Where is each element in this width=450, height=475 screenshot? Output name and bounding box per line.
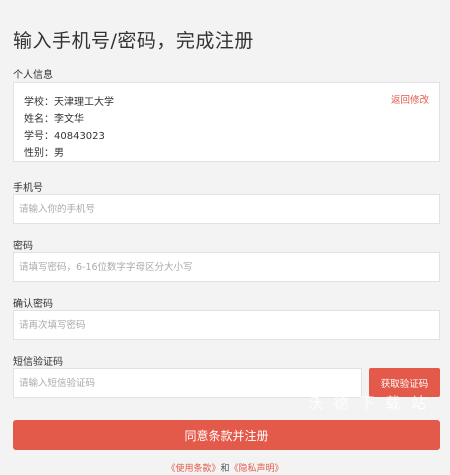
phone-input[interactable] — [14, 195, 439, 223]
password-label: 密码 — [13, 241, 33, 252]
watermark-text: 沃 德 下 载 站 — [308, 394, 430, 412]
phone-label: 手机号 — [13, 183, 43, 194]
page-title: 输入手机号/密码，完成注册 — [13, 30, 254, 52]
terms-and-text: 和 — [220, 464, 230, 474]
info-name: 姓名：李文华 — [24, 114, 84, 125]
info-gender: 性别：男 — [24, 148, 64, 159]
terms-of-use-link[interactable]: 《使用条款》 — [166, 464, 220, 474]
personal-info-box: 学校：天津理工大学 姓名：李文华 学号：40843023 性别：男 返回修改 — [13, 82, 440, 162]
password-field-wrapper — [13, 252, 440, 282]
confirm-password-label: 确认密码 — [13, 299, 53, 310]
privacy-policy-link[interactable]: 《隐私声明》 — [230, 464, 284, 474]
phone-field-wrapper — [13, 194, 440, 224]
terms-line: 《使用条款》和《隐私声明》 — [0, 461, 450, 474]
password-input[interactable] — [14, 253, 439, 281]
sms-code-label: 短信验证码 — [13, 357, 63, 368]
confirm-password-field-wrapper — [13, 310, 440, 340]
info-school: 学校：天津理工大学 — [24, 97, 114, 108]
personal-info-label: 个人信息 — [13, 70, 53, 81]
confirm-password-input[interactable] — [14, 311, 439, 339]
edit-info-link[interactable]: 返回修改 — [391, 92, 429, 106]
info-student-id: 学号：40843023 — [24, 131, 105, 142]
agree-register-button[interactable]: 同意条款并注册 — [13, 420, 440, 450]
